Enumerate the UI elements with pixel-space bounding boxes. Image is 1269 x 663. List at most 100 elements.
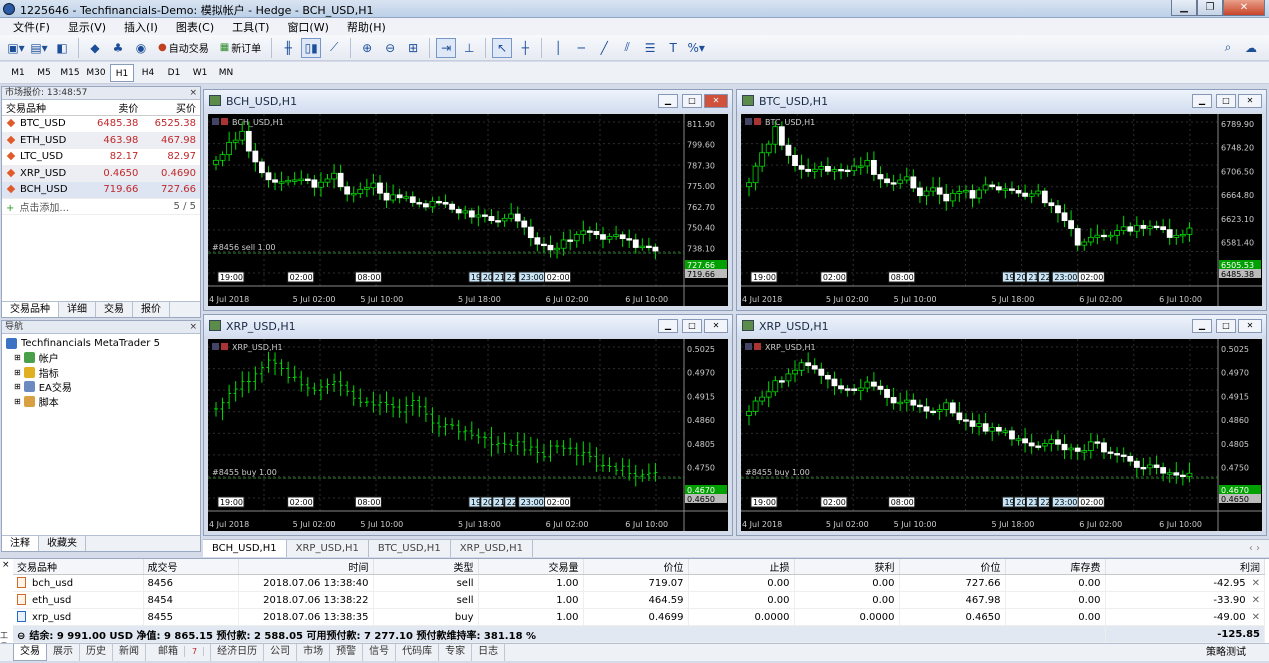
search-icon[interactable]: ⌕: [1218, 38, 1238, 58]
tf-m15[interactable]: M15: [58, 64, 82, 82]
col-tp[interactable]: 获利: [794, 559, 900, 575]
navigator-icon[interactable]: ♣: [108, 38, 128, 58]
menu-tools[interactable]: 工具(T): [223, 19, 278, 35]
chart-maximize-button[interactable]: □: [682, 94, 702, 108]
chart-canvas[interactable]: BTC_USD,H1 6789.90 6748.20 6706.50 6664.80 66…: [741, 114, 1262, 306]
text-icon[interactable]: T: [663, 38, 683, 58]
col-symbol[interactable]: 交易品种: [2, 100, 85, 116]
menu-help[interactable]: 帮助(H): [338, 19, 395, 35]
tab-history[interactable]: 历史: [80, 644, 113, 661]
chart-close-button[interactable]: ✕: [1238, 319, 1262, 333]
tf-m30[interactable]: M30: [84, 64, 108, 82]
tf-w1[interactable]: W1: [188, 64, 212, 82]
trendline-icon[interactable]: ╱: [594, 38, 614, 58]
chart-minimize-button[interactable]: ▁: [1192, 319, 1212, 333]
symbol-row[interactable]: XRP_USD 0.4650 0.4690: [2, 165, 200, 182]
tab-exposure[interactable]: 展示: [47, 644, 80, 661]
chart-close-button[interactable]: ✕: [704, 94, 728, 108]
fibonacci-icon[interactable]: ⫽: [617, 38, 637, 58]
col-time[interactable]: 时间: [238, 559, 374, 575]
tab-details[interactable]: 详细: [59, 302, 96, 317]
new-order-button[interactable]: ▦ 新订单: [216, 38, 265, 58]
chart-window-btc[interactable]: BTC_USD,H1 ▁ □ ✕ BTC_USD,H1 6789.90 6748.2…: [736, 89, 1267, 311]
col-price[interactable]: 价位: [583, 559, 689, 575]
fibo-fan-icon[interactable]: ☰: [640, 38, 660, 58]
col-deal[interactable]: 成交号: [143, 559, 239, 575]
bar-chart-icon[interactable]: ╫: [278, 38, 298, 58]
new-chart-icon[interactable]: ▣▾: [6, 38, 26, 58]
chart-window-xrp-candle[interactable]: XRP_USD,H1 ▁ □ ✕ XRP_USD,H1 0.5025 0.4970 0…: [736, 314, 1267, 536]
chart-close-button[interactable]: ✕: [1238, 94, 1262, 108]
market-watch-close[interactable]: ×: [189, 87, 197, 99]
tab-journal[interactable]: 日志: [472, 644, 506, 661]
tf-m1[interactable]: M1: [6, 64, 30, 82]
vertical-line-icon[interactable]: │: [548, 38, 568, 58]
position-row[interactable]: xrp_usd 8455 2018.07.06 13:38:35 buy 1.00 0.…: [13, 608, 1265, 626]
col-volume[interactable]: 交易量: [478, 559, 584, 575]
tab-alerts[interactable]: 预警: [330, 644, 364, 661]
chart-maximize-button[interactable]: □: [682, 319, 702, 333]
zoom-out-icon[interactable]: ⊖: [380, 38, 400, 58]
chart-minimize-button[interactable]: ▁: [658, 94, 678, 108]
strategy-tester-button[interactable]: 策略测试: [1200, 645, 1252, 661]
chart-tab[interactable]: XRP_USD,H1: [451, 540, 533, 557]
tab-trading[interactable]: 交易: [96, 302, 133, 317]
arrows-icon[interactable]: %▾: [686, 38, 706, 58]
tab-common[interactable]: 注释: [2, 536, 39, 551]
col-swap[interactable]: 库存费: [1005, 559, 1106, 575]
tab-trade[interactable]: 交易: [13, 644, 47, 661]
toolbox-close[interactable]: ×: [2, 560, 10, 570]
menu-window[interactable]: 窗口(W): [278, 19, 337, 35]
minimize-button[interactable]: ▁: [1171, 0, 1197, 16]
tf-d1[interactable]: D1: [162, 64, 186, 82]
chart-window-bch[interactable]: BCH_USD,H1 ▁ □ ✕ BCH_USD,H1 811.90 799.60 7…: [203, 89, 733, 311]
chart-maximize-button[interactable]: □: [1216, 319, 1236, 333]
candlestick-icon[interactable]: ▯▮: [301, 37, 322, 58]
position-row[interactable]: bch_usd 8456 2018.07.06 13:38:40 sell 1.00 7…: [13, 574, 1265, 592]
market-watch-icon[interactable]: ◧: [52, 38, 72, 58]
chart-minimize-button[interactable]: ▁: [658, 319, 678, 333]
close-button[interactable]: ✕: [1223, 0, 1265, 16]
symbol-row[interactable]: BCH_USD 719.66 727.66: [2, 181, 200, 199]
tf-h1[interactable]: H1: [110, 63, 134, 82]
chart-tab[interactable]: XRP_USD,H1: [287, 540, 369, 557]
add-symbol-row[interactable]: + 点击添加... 5 / 5: [2, 198, 200, 215]
cursor-icon[interactable]: ↖: [492, 37, 513, 58]
maximize-button[interactable]: ❐: [1197, 0, 1223, 16]
col-bid[interactable]: 卖价: [84, 100, 143, 116]
col-symbol[interactable]: 交易品种: [13, 559, 144, 575]
col-profit[interactable]: 利润: [1105, 559, 1265, 575]
tab-news[interactable]: 新闻: [113, 644, 146, 661]
col-cur-price[interactable]: 价位: [899, 559, 1006, 575]
tab-ticks[interactable]: 报价: [133, 302, 170, 317]
crosshair-icon[interactable]: ┼: [515, 38, 535, 58]
nav-accounts[interactable]: ⊞ 帐户: [6, 351, 196, 365]
nav-experts[interactable]: ⊞ EA交易: [6, 380, 196, 394]
nav-indicators[interactable]: ⊞ 指标: [6, 365, 196, 380]
tf-m5[interactable]: M5: [32, 64, 56, 82]
menu-charts[interactable]: 图表(C): [167, 19, 223, 35]
symbol-row[interactable]: BTC_USD 6485.38 6525.38: [2, 115, 200, 133]
close-position-icon[interactable]: ✕: [1252, 595, 1260, 606]
autoscroll-icon[interactable]: ⇥: [436, 37, 457, 58]
chat-icon[interactable]: ☁: [1241, 38, 1261, 58]
chart-window-xrp-line[interactable]: XRP_USD,H1 ▁ □ ✕ XRP_USD,H1 0.5025 0.4970 0…: [203, 314, 733, 536]
nav-root[interactable]: Techfinancials MetaTrader 5: [6, 336, 196, 351]
tf-h4[interactable]: H4: [136, 64, 160, 82]
profiles-icon[interactable]: ▤▾: [29, 38, 49, 58]
close-position-icon[interactable]: ✕: [1252, 578, 1260, 589]
symbol-row[interactable]: LTC_USD 82.17 82.97: [2, 148, 200, 166]
tab-favorites[interactable]: 收藏夹: [39, 536, 86, 551]
signals-icon[interactable]: ◉: [131, 38, 151, 58]
position-row[interactable]: eth_usd 8454 2018.07.06 13:38:22 sell 1.00 4…: [13, 591, 1265, 609]
tab-experts[interactable]: 专家: [439, 644, 473, 661]
chart-tab[interactable]: BCH_USD,H1: [203, 540, 287, 557]
zoom-in-icon[interactable]: ⊕: [357, 38, 377, 58]
tab-signals[interactable]: 信号: [363, 644, 397, 661]
menu-insert[interactable]: 插入(I): [115, 19, 167, 35]
chart-minimize-button[interactable]: ▁: [1192, 94, 1212, 108]
chart-close-button[interactable]: ✕: [704, 319, 728, 333]
chart-canvas[interactable]: XRP_USD,H1 0.5025 0.4970 0.4915 0.4860 0.4805…: [741, 339, 1262, 531]
chart-shift-icon[interactable]: ⊥: [459, 38, 479, 58]
symbol-row[interactable]: ETH_USD 463.98 467.98: [2, 132, 200, 149]
